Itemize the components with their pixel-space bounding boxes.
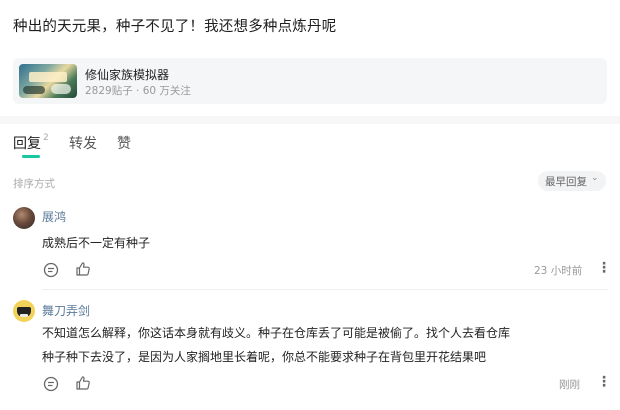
sort-dropdown[interactable]: 最早回复 ⌄ (538, 171, 606, 191)
sort-label: 排序方式 (13, 178, 55, 190)
forum-stats: 2829贴子 · 60 万关注 (85, 85, 191, 97)
like-icon[interactable] (75, 261, 91, 277)
comment-timestamp: 23 小时前 (534, 265, 583, 277)
comment-text-line-2: 种子种下去没了，是因为人家搁地里长着呢，你总不能要求种子在背包里开花结果吧 (42, 350, 487, 364)
section-divider (0, 116, 620, 124)
avatar[interactable] (13, 207, 35, 229)
tab-replies-count: 2 (43, 133, 49, 143)
forum-name: 修仙家族模拟器 (85, 68, 170, 82)
tab-likes[interactable]: 赞 (117, 133, 131, 153)
sort-selected-value: 最早回复 (545, 176, 587, 188)
more-options-icon[interactable]: ⋮ (597, 260, 611, 276)
like-icon[interactable] (75, 375, 91, 391)
comment-text-line-1: 不知道怎么解释，你这话本身就有歧义。种子在仓库丢了可能是被偷了。找个人去看仓库 (42, 326, 511, 340)
tab-likes-label: 赞 (117, 136, 131, 152)
comment-username[interactable]: 舞刀弄剑 (42, 302, 90, 319)
forum-thumbnail (19, 64, 77, 98)
tab-forwards-label: 转发 (69, 136, 97, 152)
avatar[interactable] (13, 300, 35, 322)
post-title: 种出的天元果，种子不见了！我还想多种点炼丹呢 (13, 19, 337, 35)
comment-timestamp: 刚刚 (559, 379, 580, 391)
comment-icon[interactable] (43, 376, 59, 392)
tab-replies-label: 回复 (13, 136, 41, 152)
forum-card[interactable]: 修仙家族模拟器 2829贴子 · 60 万关注 (13, 58, 607, 104)
more-options-icon[interactable]: ⋮ (597, 374, 611, 390)
comment-username[interactable]: 展鸿 (42, 208, 66, 225)
comment-divider (42, 289, 608, 290)
tab-forwards[interactable]: 转发 (69, 133, 97, 153)
chevron-down-icon: ⌄ (591, 173, 599, 183)
comment-text: 成熟后不一定有种子 (42, 236, 151, 250)
active-tab-indicator (22, 155, 40, 158)
tab-replies[interactable]: 回复 2 (13, 133, 49, 158)
comment-icon[interactable] (43, 262, 59, 278)
